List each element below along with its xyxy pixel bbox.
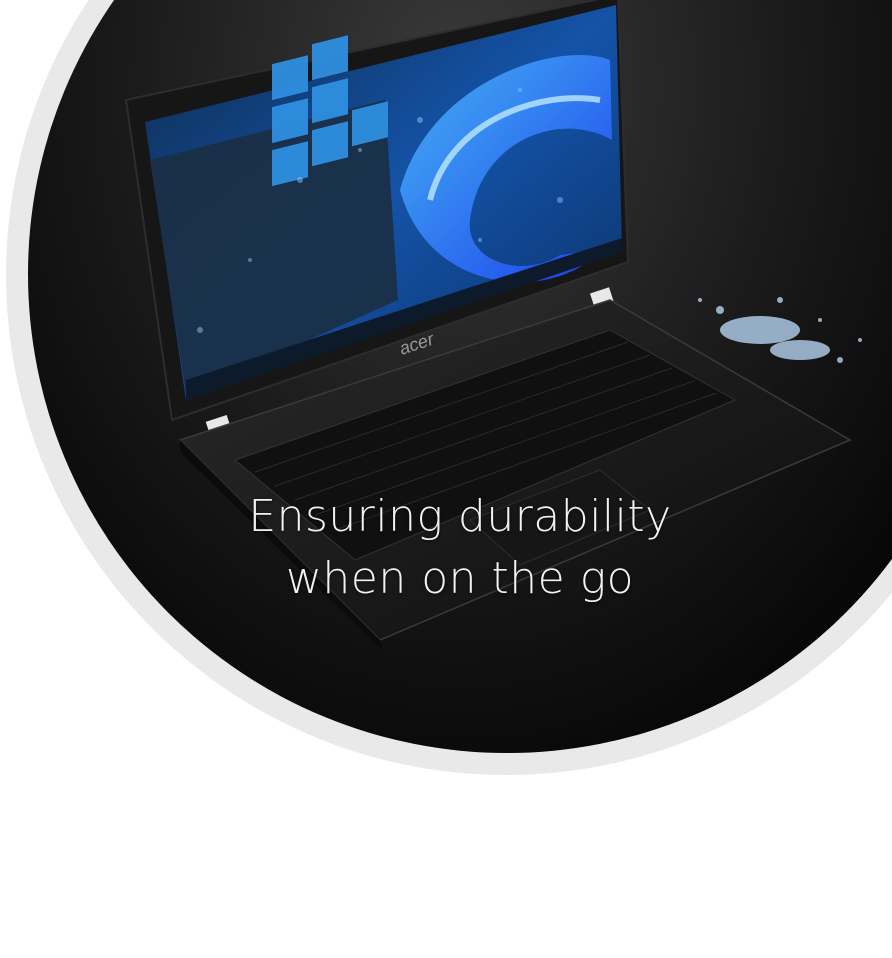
- hero-banner: acer Ensuring durability when on the go: [0, 0, 892, 958]
- hero-circle-image: acer: [28, 0, 892, 753]
- headline-line-1: Ensuring durability: [248, 491, 672, 542]
- water-splash: [698, 297, 862, 363]
- headline-line-2: when on the go: [285, 553, 635, 604]
- laptop-illustration: acer: [124, 0, 862, 652]
- laptop-scene: acer: [28, 0, 892, 753]
